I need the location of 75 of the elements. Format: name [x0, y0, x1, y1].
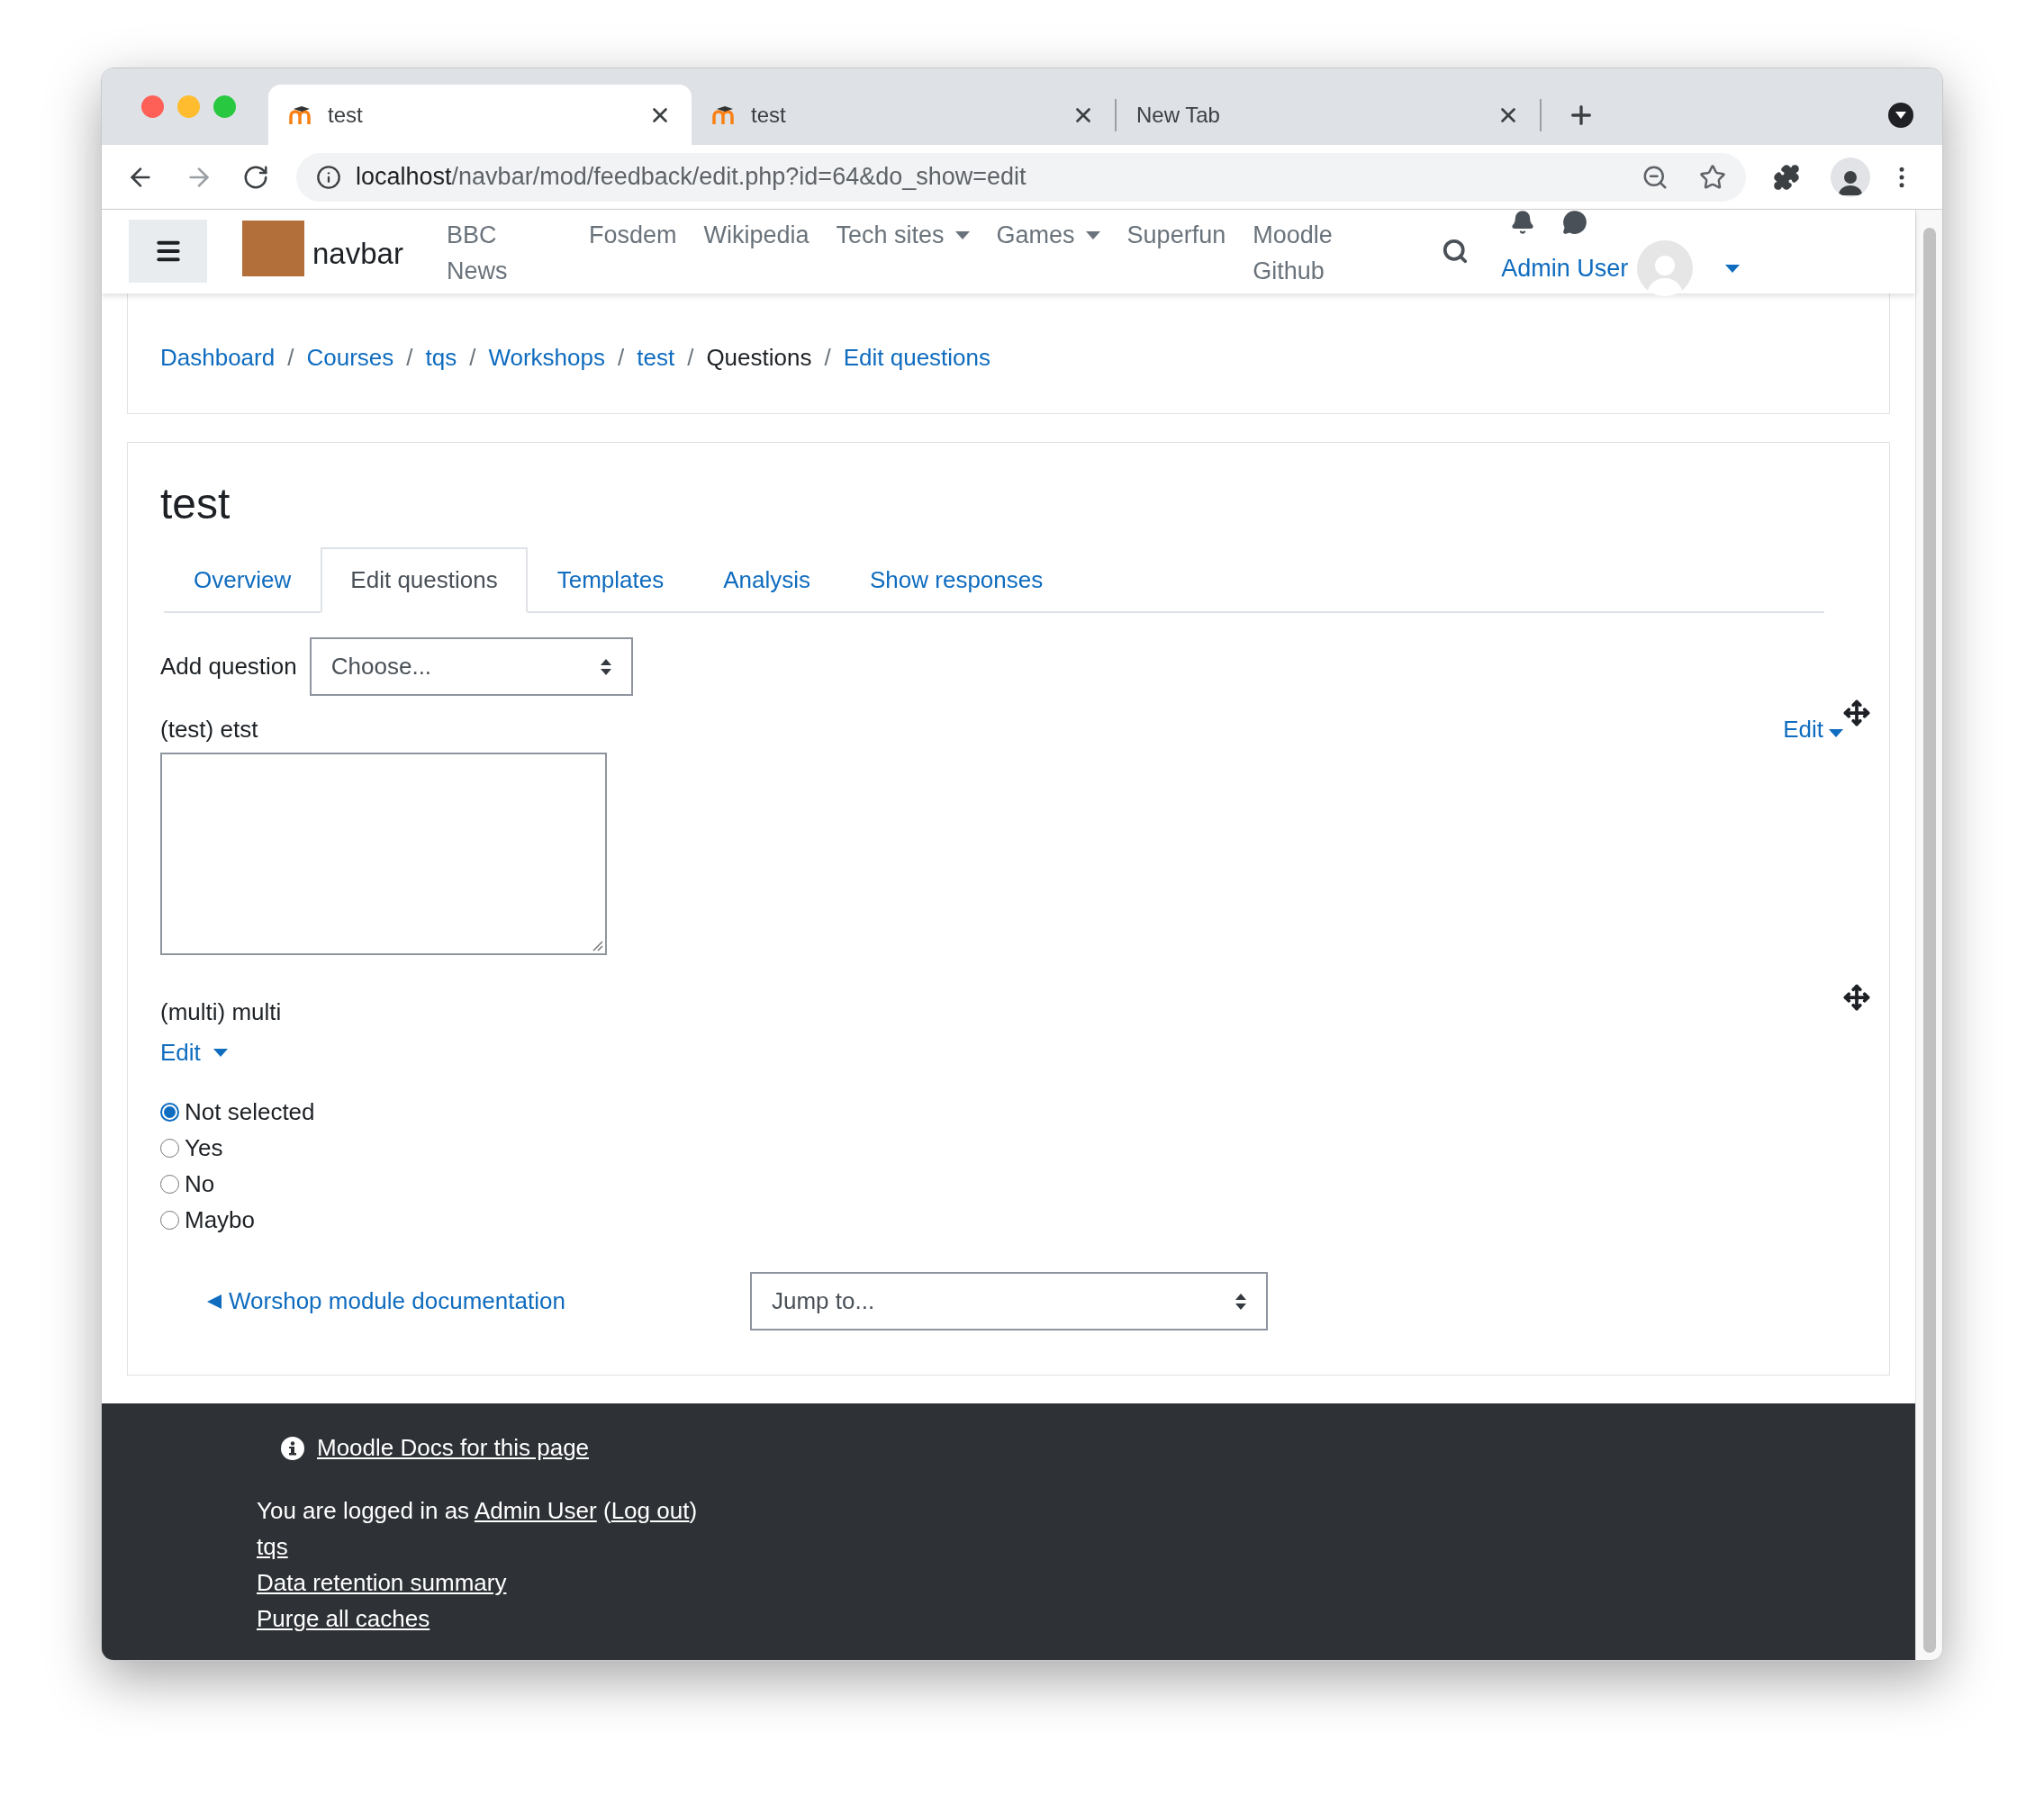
nav-link[interactable]: BBC News [446, 217, 562, 289]
breadcrumb-current-page: Questions [706, 343, 812, 373]
caret-icon [213, 1049, 228, 1057]
select-arrows-icon [1235, 1293, 1246, 1310]
jump-to-select[interactable]: Jump to... [750, 1272, 1268, 1330]
breadcrumb-link[interactable]: Edit questions [843, 340, 991, 375]
site-info-icon[interactable] [316, 164, 341, 190]
notifications-bell-icon[interactable] [1510, 210, 1536, 235]
radio-label: Maybo [185, 1204, 256, 1235]
radio-button[interactable] [160, 1102, 179, 1122]
scrollbar[interactable] [1915, 210, 1942, 1660]
add-question-label: Add question [160, 652, 297, 681]
footer-link[interactable]: Data retention summary [257, 1565, 507, 1601]
tab[interactable]: Show responses [840, 547, 1073, 613]
edit-menu-link[interactable]: Edit [1783, 712, 1843, 747]
left-triangle-icon [207, 1294, 222, 1309]
url-text: localhost/navbar/mod/feedback/edit.php?id=64&do_show=edit [356, 162, 1027, 193]
breadcrumb-separator: / [687, 343, 694, 373]
docs-link[interactable]: Moodle Docs for this page [317, 1430, 590, 1466]
nav-link[interactable]: Superfun [1126, 217, 1226, 289]
site-brand[interactable]: navbar [312, 231, 403, 276]
user-name[interactable]: Admin User [1501, 249, 1629, 287]
logged-in-text: You are logged in as Admin User (Log out) [257, 1496, 699, 1526]
nav-link[interactable]: Fosdem [588, 217, 677, 289]
info-icon [281, 1436, 304, 1460]
messages-icon[interactable] [1562, 210, 1588, 235]
breadcrumb-link[interactable]: Dashboard [160, 340, 276, 375]
browser-tab[interactable]: test [692, 85, 1115, 145]
footer-link[interactable]: tqs [257, 1529, 288, 1565]
nav-link[interactable]: Moodle Github [1253, 217, 1352, 289]
caret-icon [1725, 264, 1741, 273]
breadcrumb-separator: / [824, 343, 831, 373]
radio-label: Yes [185, 1132, 223, 1163]
breadcrumb-separator: / [406, 343, 413, 373]
breadcrumb-separator: / [618, 343, 625, 373]
select-arrows-icon [600, 658, 611, 675]
breadcrumb-separator: / [469, 343, 476, 373]
breadcrumb-link[interactable]: test [637, 340, 675, 375]
question-label: (test) etst [160, 715, 258, 744]
profile-icon[interactable] [1831, 157, 1870, 197]
nav-link[interactable]: Tech sites [836, 217, 970, 289]
resize-grip-icon[interactable] [591, 939, 603, 952]
user-link[interactable]: Admin User [474, 1497, 597, 1524]
browser-tab[interactable]: New Tab [1117, 85, 1540, 145]
breadcrumb-link[interactable]: Courses [306, 340, 394, 375]
add-question-select[interactable]: Choose... [309, 637, 633, 696]
search-icon[interactable] [1442, 238, 1470, 265]
move-icon[interactable] [1843, 984, 1870, 1011]
logo-image [242, 221, 304, 276]
browser-tab[interactable]: test [268, 85, 692, 145]
answer-textarea[interactable] [160, 753, 607, 955]
bookmark-star-icon[interactable] [1699, 163, 1726, 191]
drawer-toggle-button[interactable] [129, 220, 207, 283]
address-bar[interactable]: localhost/navbar/mod/feedback/edit.php?id=64&do_show=edit [296, 152, 1746, 202]
page-heading: test [160, 479, 231, 529]
breadcrumb-separator: / [287, 343, 294, 373]
tab[interactable]: Edit questions [321, 547, 528, 613]
previous-activity-link[interactable]: Worshop module documentation [207, 1284, 750, 1319]
nav-link[interactable]: Wikipedia [703, 217, 809, 289]
radio-label: Not selected [185, 1096, 315, 1127]
footer-link[interactable]: Purge all caches [257, 1601, 430, 1637]
breadcrumb-link[interactable]: tqs [425, 340, 457, 375]
move-icon[interactable] [1843, 699, 1870, 726]
edit-menu-link[interactable]: Edit [160, 1035, 228, 1070]
tab[interactable]: Overview [164, 547, 321, 613]
radio-label: No [185, 1168, 215, 1199]
nav-link[interactable]: Games [996, 217, 1100, 289]
extensions-icon[interactable] [1773, 163, 1800, 191]
caret-icon [1829, 729, 1843, 737]
tab[interactable]: Templates [527, 547, 694, 613]
tab-search-icon[interactable] [1888, 103, 1913, 128]
scrollbar-thumb[interactable] [1922, 228, 1936, 1653]
breadcrumb-link[interactable]: Workshops [488, 340, 605, 375]
tab[interactable]: Analysis [693, 547, 840, 613]
question-label: (multi) multi [160, 997, 282, 1027]
